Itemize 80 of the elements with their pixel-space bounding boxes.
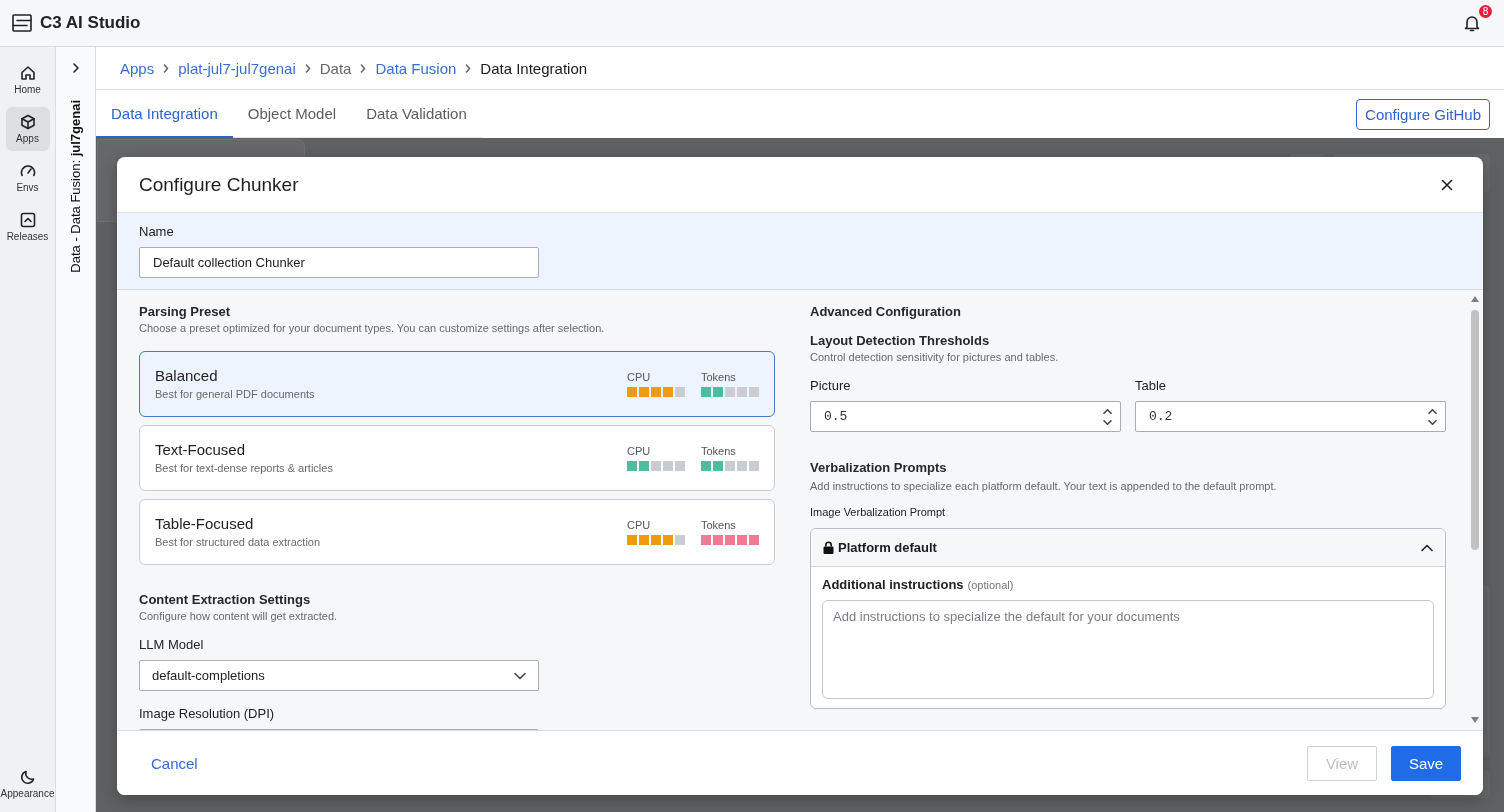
chevron-down-icon [514,671,526,680]
field-label: Table [1135,377,1168,395]
field-label: Picture [810,377,852,395]
field-label: Name [139,223,175,241]
preset-title: Table-Focused [155,514,255,533]
home-icon [19,65,36,81]
chevron-right-icon [163,63,170,73]
section-heading: Content Extraction Settings [139,591,312,609]
dialog-title: Configure Chunker [139,173,299,196]
preset-description: Best for structured data extraction [155,534,321,550]
chevron-down-icon[interactable] [1103,419,1112,425]
preset-title: Balanced [155,366,219,385]
nav-item[interactable]: Releases [5,205,50,249]
section-description: Configure how content will get extracted. [139,609,339,624]
preset-title: Text-Focused [155,440,247,459]
chevron-right-icon [360,63,367,73]
breadcrumb-link[interactable]: Data Fusion [375,59,457,77]
app-title: C3 AI Studio [40,13,141,33]
cancel-link[interactable]: Cancel [151,754,198,772]
chevron-right-icon [465,63,472,73]
meter-label: Tokens [701,371,737,384]
preset-card[interactable]: Table-Focused Best for structured data extraction CPU Tokens [139,499,775,565]
llm-model-select[interactable]: default-completions [139,660,539,691]
bell-icon[interactable] [1464,14,1480,32]
section-description: Add instructions to specialize each platform default. Your text is appended to the default prompt. [810,479,1278,494]
accordion-title: Platform default [838,540,937,555]
scroll-up-icon[interactable] [1470,296,1479,302]
nav-item[interactable]: Home [5,58,50,102]
instructions-textarea[interactable]: Add instructions to specialize the default for your documents [822,600,1434,699]
subsection-heading: Layout Detection Thresholds [810,332,991,350]
close-icon[interactable] [1441,178,1453,191]
meter-label: CPU [627,445,652,458]
breadcrumb-link[interactable]: plat-jul7-jul7genai [178,59,296,77]
moon-icon [19,769,36,785]
section-description: Choose a preset optimized for your document types. You can customize settings after selection. [139,321,606,336]
preset-card[interactable]: Text-Focused Best for text-dense reports & articles CPU Tokens [139,425,775,491]
meter-label: Tokens [701,445,737,458]
chevron-right-icon [304,63,311,73]
field-label: LLM Model [139,636,205,654]
preset-card[interactable]: Balanced Best for general PDF documents CPU Tokens [139,351,775,417]
number-input[interactable]: 0.5 [810,401,1121,432]
meter-label: Tokens [701,519,737,532]
nav-item[interactable]: Envs [5,156,50,200]
meter-label: CPU [627,519,652,532]
number-input[interactable]: 0.2 [1135,401,1446,432]
chevron-up-icon[interactable] [1103,408,1112,414]
scroll-down-icon[interactable] [1470,717,1479,723]
lock-icon [823,541,834,554]
chevron-up-icon[interactable] [1428,408,1437,414]
notification-badge: 8 [1479,5,1492,18]
preset-description: Best for text-dense reports & articles [155,460,333,476]
name-input[interactable]: Default collection Chunker [139,247,539,278]
accordion-header[interactable]: Platform default [811,529,1445,567]
primary-button[interactable]: Save [1391,745,1461,781]
section-heading: Advanced Configuration [810,303,962,321]
chevron-up-icon[interactable] [1421,543,1433,552]
section-heading: Parsing Preset [139,303,232,321]
field-label: Image Resolution (DPI) [139,705,276,723]
nav-item[interactable]: Apps [5,107,50,151]
field-label: Image Verbalization Prompt [810,505,947,520]
tab[interactable]: Object Model [232,90,352,138]
context-title: Data - Data Fusion: jul7genai [68,100,83,273]
chevron-square-icon [19,212,36,228]
configure-github-button[interactable]: Configure GitHub [1356,98,1490,130]
tab[interactable]: Data Validation [351,90,482,138]
optional-hint: (optional) [967,579,1014,591]
gauge-icon [19,163,36,179]
preset-description: Best for general PDF documents [155,386,315,402]
appearance-nav-item[interactable]: Appearance [0,762,56,806]
breadcrumb-text: Data [319,59,352,77]
logo-icon [12,14,32,32]
field-label: Additional instructions [822,576,964,594]
section-description: Control detection sensitivity for pictures and tables. [810,350,1060,365]
scrollbar-thumb[interactable] [1470,310,1479,550]
cube-icon [19,114,36,130]
breadcrumb-link[interactable]: Apps [120,59,155,77]
breadcrumb-current: Data Integration [480,59,588,77]
meter-label: CPU [627,371,652,384]
chevron-down-icon[interactable] [1428,419,1437,425]
section-heading: Verbalization Prompts [810,459,948,477]
